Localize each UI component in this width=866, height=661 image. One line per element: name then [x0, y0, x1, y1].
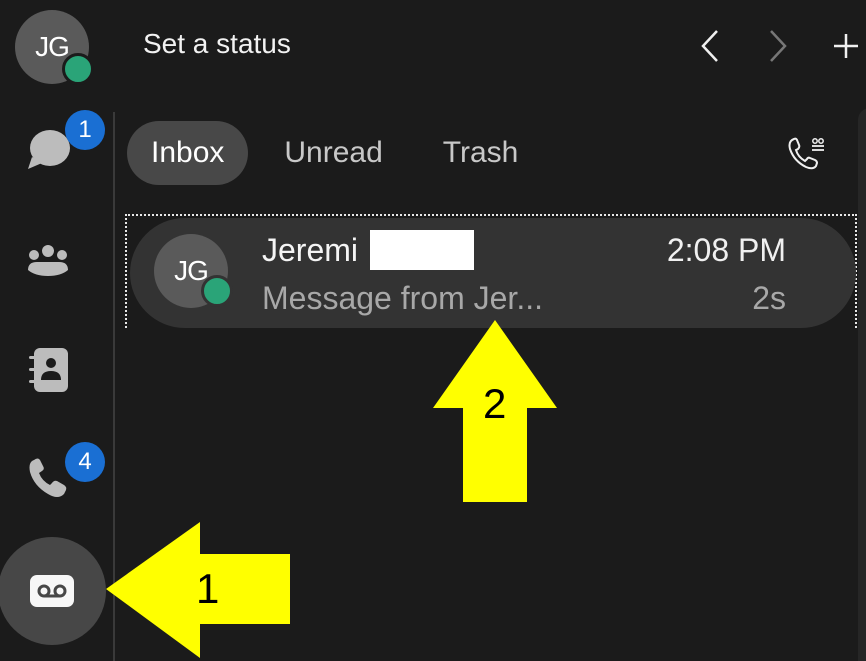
people-group-icon [28, 245, 68, 276]
presence-indicator [62, 53, 94, 85]
message-time: 2:08 PM [666, 232, 786, 268]
set-status-button[interactable]: Set a status [143, 28, 291, 60]
sender-name: Jeremi [262, 230, 475, 270]
voicemail-list-item[interactable]: JG Jeremi 2:08 PM Message from Jer... 2s [130, 218, 856, 328]
rail-item-voicemail[interactable] [0, 537, 106, 645]
annotation-label-1: 1 [196, 565, 220, 612]
call-voicemail-button[interactable] [784, 131, 828, 175]
missed-calls-badge: 4 [65, 442, 105, 482]
message-duration: 2s [752, 280, 786, 316]
back-button[interactable] [692, 26, 728, 66]
tab-inbox[interactable]: Inbox [127, 121, 249, 185]
tab-unread[interactable]: Unread [260, 121, 406, 185]
rail-item-contacts[interactable] [22, 344, 74, 396]
contact-book-icon [29, 348, 68, 392]
message-preview: Message from Jer... [262, 280, 543, 316]
voicemail-tabs: Inbox Unread Trash [127, 121, 554, 185]
user-initials: JG [35, 31, 70, 62]
unread-messages-badge: 1 [65, 110, 105, 150]
tab-trash[interactable]: Trash [419, 121, 543, 185]
annotation-label-2: 2 [483, 380, 507, 427]
side-panel-edge [858, 108, 866, 661]
call-voicemail-icon [788, 137, 824, 170]
new-button[interactable] [828, 26, 864, 66]
forward-button[interactable] [760, 26, 796, 66]
sender-presence-indicator [201, 275, 233, 307]
chevron-left-icon [701, 30, 718, 62]
plus-icon [834, 34, 858, 58]
voicemail-icon [30, 575, 74, 607]
navigation-rail: JG 1 4 [0, 0, 114, 661]
chevron-right-icon [770, 30, 787, 62]
redacted-surname [370, 230, 475, 270]
rail-item-teams[interactable] [22, 236, 74, 288]
